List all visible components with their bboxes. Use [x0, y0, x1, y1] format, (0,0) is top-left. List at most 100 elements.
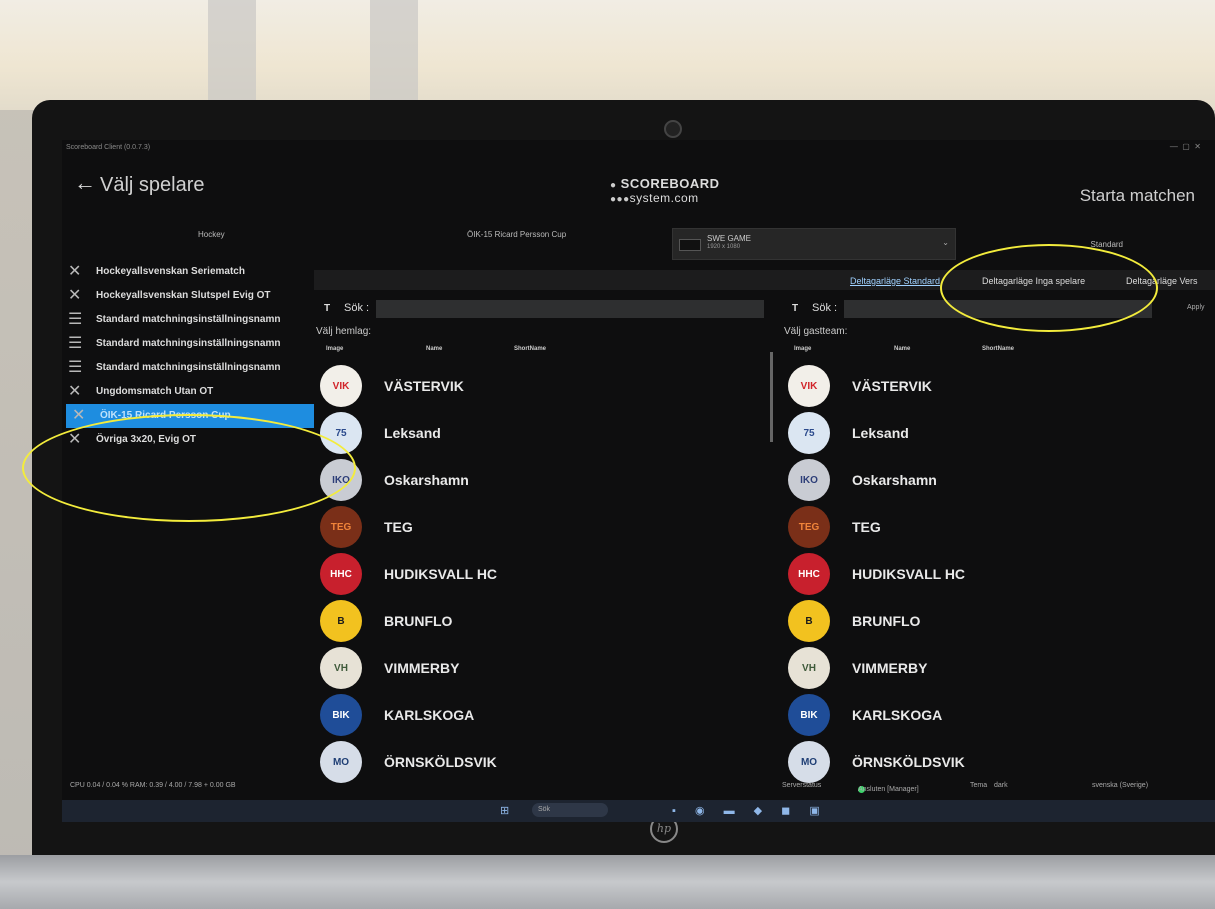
team-logo: HHC [320, 553, 362, 595]
team-name: Oskarshamn [852, 472, 937, 488]
game-select-sub: 1920 x 1080 [707, 244, 741, 250]
sidebar-item-label: Hockeyallsvenskan Slutspel Evig OT [96, 290, 271, 301]
team-name: Leksand [384, 425, 441, 441]
team-logo: 75 [788, 412, 830, 454]
list-icon: ☰ [68, 335, 83, 352]
rink-board-post [208, 0, 256, 105]
taskbar-search[interactable]: Sök [532, 803, 608, 817]
sidebar-item-label: Ungdomsmatch Utan OT [96, 386, 214, 397]
away-search-row: T Sök : Apply [782, 298, 1215, 320]
away-search-label: Sök : [812, 302, 838, 314]
team-logo: BIK [320, 694, 362, 736]
team-name: KARLSKOGA [384, 707, 475, 723]
team-name: VÄSTERVIK [384, 378, 464, 394]
perf-readout: CPU 0.04 / 0.04 % RAM: 0.39 / 4.00 / 7.9… [70, 782, 236, 789]
chevron-down-icon: ⌄ [942, 238, 949, 247]
team-logo: VH [320, 647, 362, 689]
connection-text: Ansluten [Manager] [858, 786, 919, 793]
team-name: BRUNFLO [852, 613, 921, 629]
webcam-icon [664, 120, 682, 138]
back-arrow-icon[interactable]: ← [74, 170, 96, 196]
away-team-panel: T Sök : Apply Välj gastteam: Image Name … [782, 298, 1215, 783]
crossed-sticks-icon: ✕ [72, 407, 86, 424]
team-logo: B [320, 600, 362, 642]
sidebar-item-label: ÖIK-15 Ricard Persson Cup [100, 410, 231, 421]
taskbar-start-icon[interactable]: ⊞ [500, 804, 517, 817]
sidebar-item-label: Standard matchningsinställningsnamn [96, 362, 281, 373]
sidebar-item-label: Standard matchningsinställningsnamn [96, 314, 281, 325]
team-name: TEG [852, 519, 881, 535]
team-logo: B [788, 600, 830, 642]
home-search-label: Sök : [344, 302, 370, 314]
home-team-panel: T Sök : Välj hemlag: Image Name ShortNam… [314, 298, 773, 783]
sidebar-item-label: Övriga 3x20, Evig OT [96, 434, 197, 445]
team-logo: MO [788, 741, 830, 783]
game-select-title: SWE GAME [707, 234, 752, 243]
sidebar-item[interactable]: ✕ Hockeyallsvenskan Seriematch [62, 260, 314, 284]
home-team-heading: Välj hemlag: [316, 326, 372, 337]
standard-label: Standard [1090, 240, 1123, 249]
game-layout-select[interactable]: SWE GAME 1920 x 1080 ⌄ [672, 228, 956, 260]
team-logo: VIK [788, 365, 830, 407]
crossed-sticks-icon: ✕ [68, 431, 82, 448]
window-title: Scoreboard Client (0.0.7.3) [66, 144, 151, 151]
cup-name-label: ÖIK-15 Ricard Persson Cup [467, 230, 567, 239]
sidebar-item[interactable]: ☰ Standard matchningsinställningsnamn [62, 308, 314, 332]
team-name: HUDIKSVALL HC [384, 566, 498, 582]
away-team-heading: Välj gastteam: [784, 326, 848, 337]
sidebar-item[interactable]: ✕ Hockeyallsvenskan Slutspel Evig OT [62, 284, 314, 308]
start-match-button[interactable]: Starta matchen [1080, 186, 1195, 206]
team-logo: IKO [788, 459, 830, 501]
team-name: ÖRNSKÖLDSVIK [852, 754, 965, 770]
logo-line2: system.com [629, 191, 699, 205]
sport-label: Hockey [198, 230, 225, 239]
participant-mode-bar: Deltagarläge Standard Deltagarläge Inga … [314, 270, 1215, 290]
taskbar-app-icons[interactable]: ▪ ◉ ▬ ◆ ◼ ▣ [672, 804, 828, 817]
crossed-sticks-icon: ✕ [68, 287, 82, 304]
team-logo: IKO [320, 459, 362, 501]
team-logo: TEG [788, 506, 830, 548]
crossed-sticks-icon: ✕ [68, 263, 82, 280]
header: ← Välj spelare ● SCOREBOARD ●●●system.co… [62, 158, 1215, 218]
text-t-icon: T [791, 303, 799, 314]
sidebar-item[interactable]: ✕ Övriga 3x20, Evig OT [62, 428, 314, 452]
app-screen: Scoreboard Client (0.0.7.3) — ▢ ✕ ← Välj… [62, 140, 1215, 800]
tab-deltagarlage-standard[interactable]: Deltagarläge Standard [850, 276, 940, 286]
crossed-sticks-icon: ✕ [68, 383, 82, 400]
layout-thumbnail [679, 239, 701, 251]
server-status-label: Serverstatus [782, 782, 822, 789]
list-icon: ☰ [68, 359, 83, 376]
logo-line1: SCOREBOARD [620, 176, 720, 191]
tab-deltagarlage-vers[interactable]: Deltagarläge Vers [1126, 276, 1198, 286]
home-search-input[interactable] [376, 300, 764, 318]
team-logo: VIK [320, 365, 362, 407]
team-name: TEG [384, 519, 413, 535]
col-name: Name [426, 346, 443, 352]
team-name: VIMMERBY [852, 660, 928, 676]
sidebar-item[interactable]: ☰ Standard matchningsinställningsnamn [62, 356, 314, 380]
apply-button[interactable]: Apply [1187, 304, 1205, 311]
team-logo: 75 [320, 412, 362, 454]
sidebar-item[interactable]: ✕ Ungdomsmatch Utan OT [62, 380, 314, 404]
team-name: BRUNFLO [384, 613, 453, 629]
home-search-row: T Sök : [314, 298, 770, 320]
team-name: KARLSKOGA [852, 707, 943, 723]
team-name: ÖRNSKÖLDSVIK [384, 754, 497, 770]
col-shortname: ShortName [982, 346, 1015, 352]
team-name: VIMMERBY [384, 660, 460, 676]
sidebar-item[interactable]: ☰ Standard matchningsinställningsnamn [62, 332, 314, 356]
language-select[interactable]: svenska (Sverige) [1092, 782, 1148, 789]
rink-board-post [370, 0, 418, 105]
sidebar-item-label: Standard matchningsinställningsnamn [96, 338, 281, 349]
page-title: Välj spelare [100, 174, 205, 196]
tab-deltagarlage-inga-spelare[interactable]: Deltagarläge Inga spelare [982, 276, 1085, 286]
sidebar-item[interactable]: ✕ ÖIK-15 Ricard Persson Cup [66, 404, 314, 428]
theme-select[interactable]: dark [994, 782, 1008, 789]
windows-taskbar: ⊞ Sök ▪ ◉ ▬ ◆ ◼ ▣ [62, 800, 1215, 822]
window-controls[interactable]: — ▢ ✕ [1170, 142, 1201, 151]
team-logo: HHC [788, 553, 830, 595]
away-search-input[interactable] [844, 300, 1152, 318]
home-scrollbar[interactable] [770, 352, 773, 442]
team-name: Oskarshamn [384, 472, 469, 488]
text-t-icon: T [323, 303, 331, 314]
